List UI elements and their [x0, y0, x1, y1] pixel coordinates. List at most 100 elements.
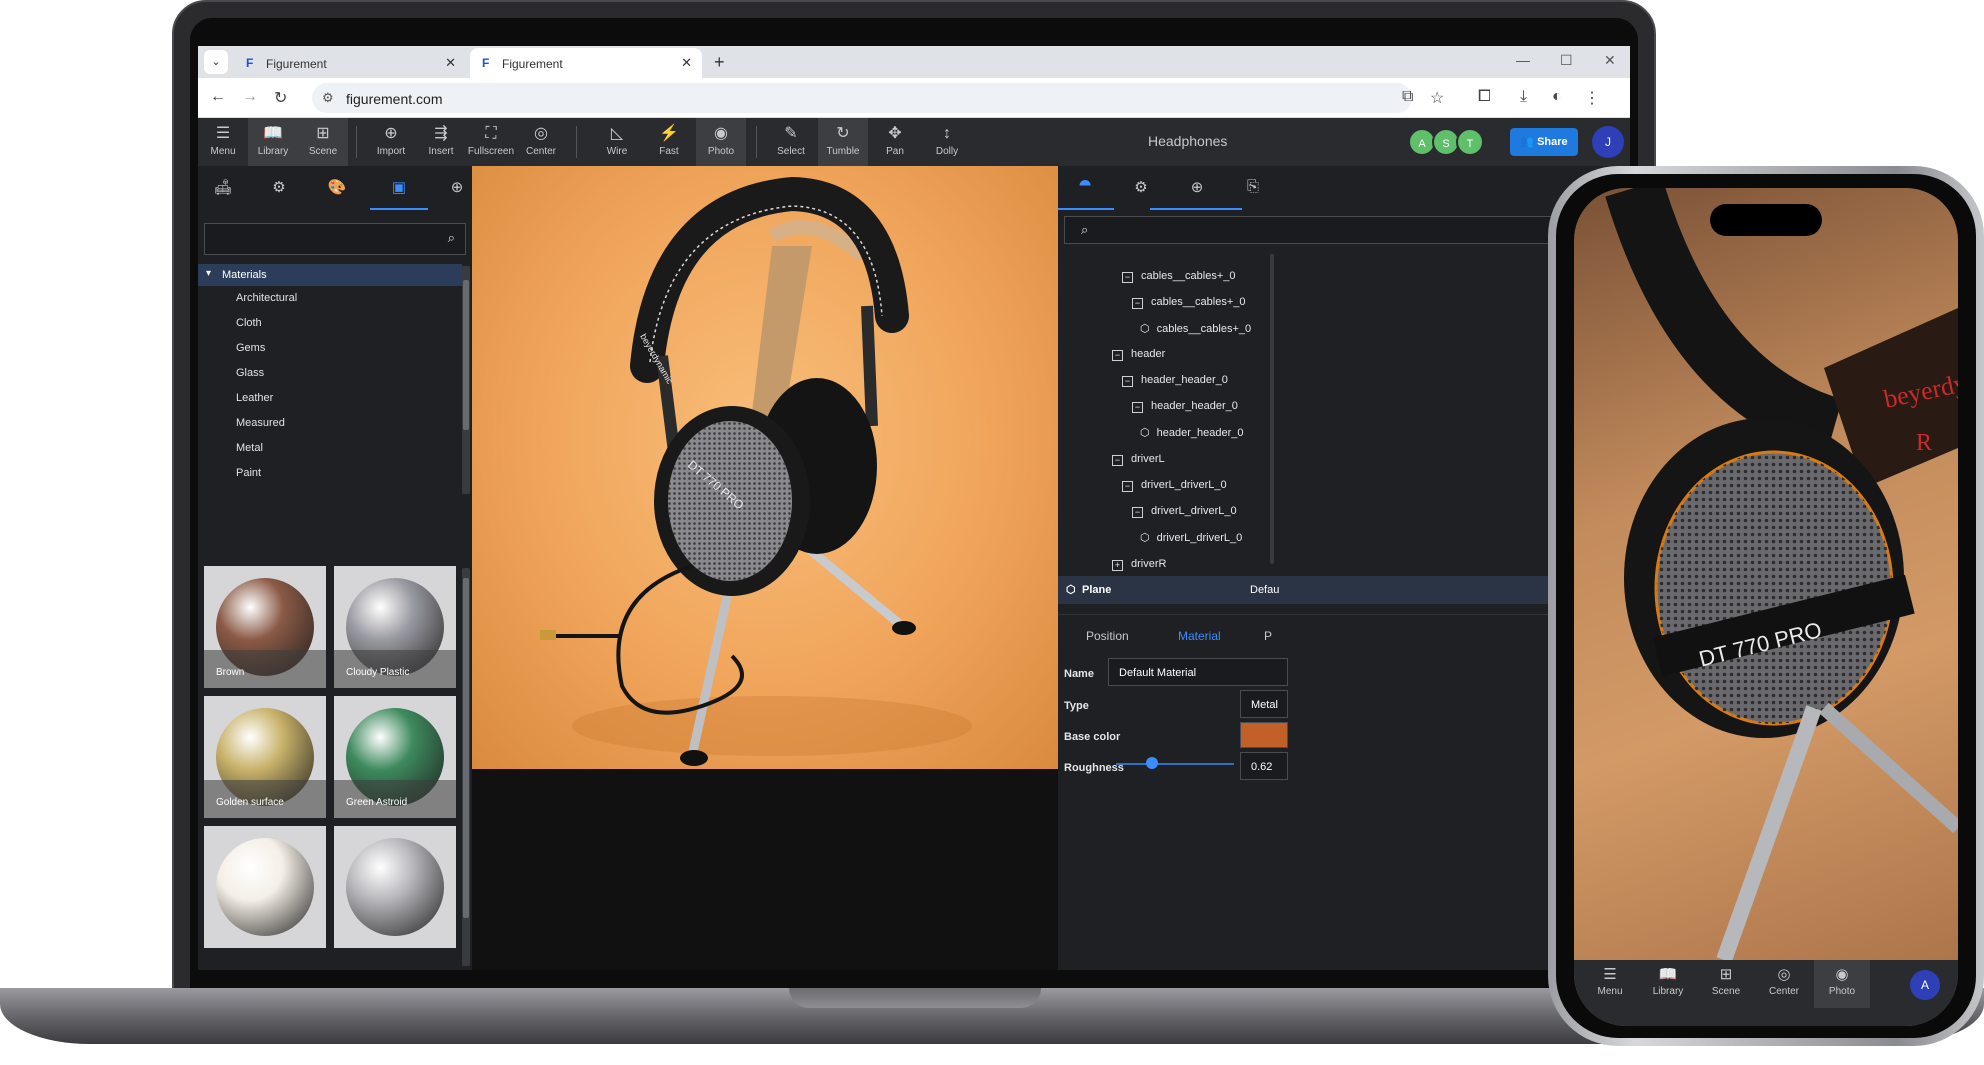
collapse-icon[interactable]: − [1132, 402, 1143, 413]
collapse-icon[interactable]: − [1122, 481, 1133, 492]
more-menu-icon[interactable]: ⋮ [1584, 88, 1600, 108]
close-icon[interactable]: ✕ [681, 55, 692, 71]
scene-node[interactable]: − header_header_0 [1122, 374, 1228, 387]
material-tile[interactable] [334, 826, 456, 948]
tool-tumble[interactable]: ↻ Tumble [818, 118, 868, 166]
new-tab-button[interactable]: + [714, 52, 725, 73]
phone-tool-center[interactable]: ◎ Center [1756, 960, 1812, 1008]
scene-node[interactable]: ⬡ driverL_driverL_0 [1140, 531, 1242, 544]
category-item[interactable]: Paint [236, 467, 261, 479]
collaborator-avatar[interactable]: T [1456, 128, 1484, 156]
scene-node[interactable]: + driverR [1112, 558, 1166, 571]
roughness-field[interactable]: 0.62 [1240, 752, 1288, 780]
scene-node[interactable]: − driverL [1112, 453, 1165, 466]
selected-object-row[interactable]: ⬡ Plane Defau [1058, 576, 1630, 604]
collapse-icon[interactable]: − [1122, 272, 1133, 283]
collapse-icon[interactable]: − [1132, 298, 1143, 309]
tab-list-button[interactable]: ⌄ [204, 50, 228, 74]
globe-icon[interactable]: ⊕ [442, 178, 472, 196]
category-item[interactable]: Cloth [236, 317, 262, 329]
tab-physics[interactable]: P [1264, 629, 1272, 643]
base-color-swatch[interactable] [1240, 722, 1288, 748]
material-tile[interactable]: Cloudy Plastic [334, 566, 456, 688]
materials-icon[interactable]: ⚙ [264, 178, 294, 196]
collapse-icon[interactable]: − [1112, 455, 1123, 466]
tool-photo[interactable]: ◉ Photo [696, 118, 746, 166]
profile-icon[interactable]: ◐ [1552, 88, 1562, 106]
collapse-icon[interactable]: − [1122, 376, 1133, 387]
palette-icon[interactable]: 🎨 [322, 178, 352, 196]
maximize-icon[interactable]: ☐ [1560, 52, 1573, 69]
browser-tab-1[interactable]: F Figurement ✕ [234, 48, 466, 78]
phone-tool-menu[interactable]: ☰ Menu [1582, 960, 1638, 1008]
collapse-icon[interactable]: − [1112, 350, 1123, 361]
phone-tool-library[interactable]: 📖 Library [1640, 960, 1696, 1008]
bookmark-star-icon[interactable]: ☆ [1430, 88, 1444, 108]
scene-node[interactable]: − cables__cables+_0 [1132, 296, 1246, 309]
tab-position[interactable]: Position [1086, 629, 1129, 643]
window-close-icon[interactable]: ✕ [1604, 52, 1616, 69]
tool-select[interactable]: ✎ Select [766, 118, 816, 166]
category-item[interactable]: Metal [236, 442, 263, 454]
open-external-icon[interactable]: ⧉ [1402, 88, 1413, 106]
material-type-select[interactable]: Metal [1240, 690, 1288, 718]
category-item[interactable]: Leather [236, 392, 273, 404]
sofa-icon[interactable]: 🛋 [208, 178, 238, 196]
library-search-input[interactable]: ⌕ [204, 223, 466, 255]
shapes-icon[interactable]: ⯊ [1070, 178, 1100, 195]
globe-icon[interactable]: ⊕ [1182, 178, 1212, 196]
scene-node[interactable]: − cables__cables+_0 [1122, 270, 1236, 283]
user-avatar[interactable]: J [1592, 126, 1624, 158]
material-tile[interactable] [204, 826, 326, 948]
tree-header-materials[interactable]: ▾ Materials [198, 264, 462, 286]
scroll-thumb[interactable] [463, 578, 469, 918]
tab-material[interactable]: Material [1178, 629, 1221, 643]
share-button[interactable]: 👥 Share [1510, 128, 1578, 156]
category-item[interactable]: Architectural [236, 292, 297, 304]
scene-scrollbar[interactable] [1270, 254, 1274, 564]
camera-icon[interactable]: ⎘ [1238, 178, 1268, 195]
tool-scene[interactable]: ⊞ Scene [298, 118, 348, 166]
materials-icon[interactable]: ⚙ [1126, 178, 1156, 196]
download-icon[interactable]: ⤓ [1520, 88, 1527, 106]
material-tile[interactable]: Golden surface [204, 696, 326, 818]
tool-insert[interactable]: ⇶ Insert [416, 118, 466, 166]
category-item[interactable]: Measured [236, 417, 285, 429]
tool-wire[interactable]: ◺ Wire [592, 118, 642, 166]
phone-tool-photo[interactable]: ◉ Photo [1814, 960, 1870, 1008]
tool-fullscreen[interactable]: ⛶ Fullscreen [466, 118, 516, 166]
expand-icon[interactable]: + [1112, 560, 1123, 571]
phone-tool-scene[interactable]: ⊞ Scene [1698, 960, 1754, 1008]
extensions-icon[interactable]: ⧠ [1478, 88, 1491, 106]
scroll-thumb[interactable] [463, 280, 469, 430]
url-field[interactable]: ⚙ figurement.com [312, 83, 1412, 113]
collapse-icon[interactable]: − [1132, 507, 1143, 518]
material-name-field[interactable]: Default Material [1108, 658, 1288, 686]
roughness-slider-track[interactable] [1116, 763, 1234, 765]
tree-scrollbar[interactable] [462, 266, 470, 494]
site-info-icon[interactable]: ⚙ [322, 90, 334, 106]
scene-node[interactable]: − header [1112, 348, 1165, 361]
scene-node[interactable]: − driverL_driverL_0 [1122, 479, 1227, 492]
forward-icon[interactable]: → [242, 88, 258, 106]
scene-node[interactable]: ⬡ header_header_0 [1140, 426, 1243, 439]
scene-node[interactable]: − header_header_0 [1132, 400, 1238, 413]
minimize-icon[interactable]: — [1516, 52, 1530, 68]
material-tile[interactable]: Brown [204, 566, 326, 688]
category-item[interactable]: Gems [236, 342, 265, 354]
tool-library[interactable]: 📖 Library [248, 118, 298, 166]
category-item[interactable]: Glass [236, 367, 264, 379]
browser-tab-2[interactable]: F Figurement ✕ [470, 48, 702, 78]
tool-dolly[interactable]: ↕ Dolly [922, 118, 972, 166]
roughness-slider-knob[interactable] [1146, 757, 1158, 769]
scene-node[interactable]: − driverL_driverL_0 [1132, 505, 1237, 518]
user-avatar[interactable]: A [1910, 970, 1940, 1000]
tool-menu[interactable]: ☰ Menu [198, 118, 248, 166]
reload-icon[interactable]: ↻ [274, 88, 287, 108]
back-icon[interactable]: ← [210, 88, 226, 106]
tool-pan[interactable]: ✥ Pan [870, 118, 920, 166]
material-tile[interactable]: Green Astroid [334, 696, 456, 818]
scene-node[interactable]: ⬡ cables__cables+_0 [1140, 322, 1251, 335]
tool-import[interactable]: ⊕ Import [366, 118, 416, 166]
close-icon[interactable]: ✕ [445, 55, 456, 71]
